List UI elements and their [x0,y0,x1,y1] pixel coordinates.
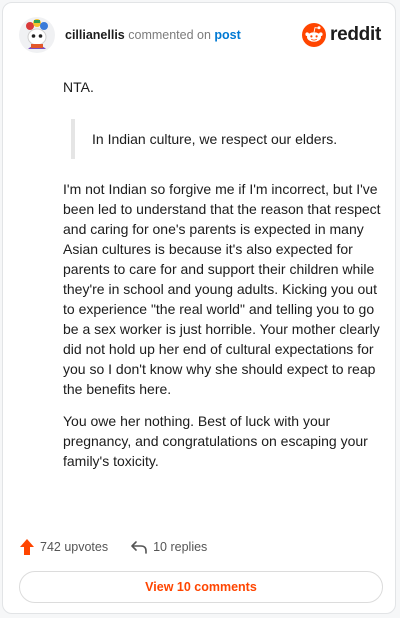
comment-header: cillianellis commented on post reddit [19,17,381,53]
username-link[interactable]: cillianellis [65,28,125,42]
reddit-alien-icon [302,23,327,47]
reddit-logo[interactable]: reddit [302,21,381,49]
comment-paragraph-2: You owe her nothing. Best of luck with y… [63,413,368,469]
quote-text: In Indian culture, we respect our elders… [92,131,338,147]
reply-count: 10 replies [153,540,208,554]
comment-paragraph-1: I'm not Indian so forgive me if I'm inco… [63,181,381,397]
comment-body: NTA. In Indian culture, we respect our e… [63,77,381,471]
reddit-wordmark: reddit [330,24,381,45]
comment-meta: cillianellis commented on post [65,28,241,42]
post-link[interactable]: post [214,28,240,42]
blockquote: In Indian culture, we respect our elders… [71,119,381,159]
upvote-count: 742 upvotes [40,540,109,554]
comment-opening: NTA. [63,79,94,95]
replies-button[interactable]: 10 replies [130,539,207,555]
user-avatar[interactable] [19,17,55,53]
comment-card: cillianellis commented on post reddit NT… [2,2,396,614]
reply-arrow-icon [131,541,147,554]
view-comments-button[interactable]: View 10 comments [19,571,383,603]
upvote-arrow-icon [20,539,34,555]
upvote-button[interactable]: 742 upvotes [19,538,108,556]
comment-actions: 742 upvotes 10 replies [19,537,207,557]
commented-on-text: commented on [124,28,215,42]
